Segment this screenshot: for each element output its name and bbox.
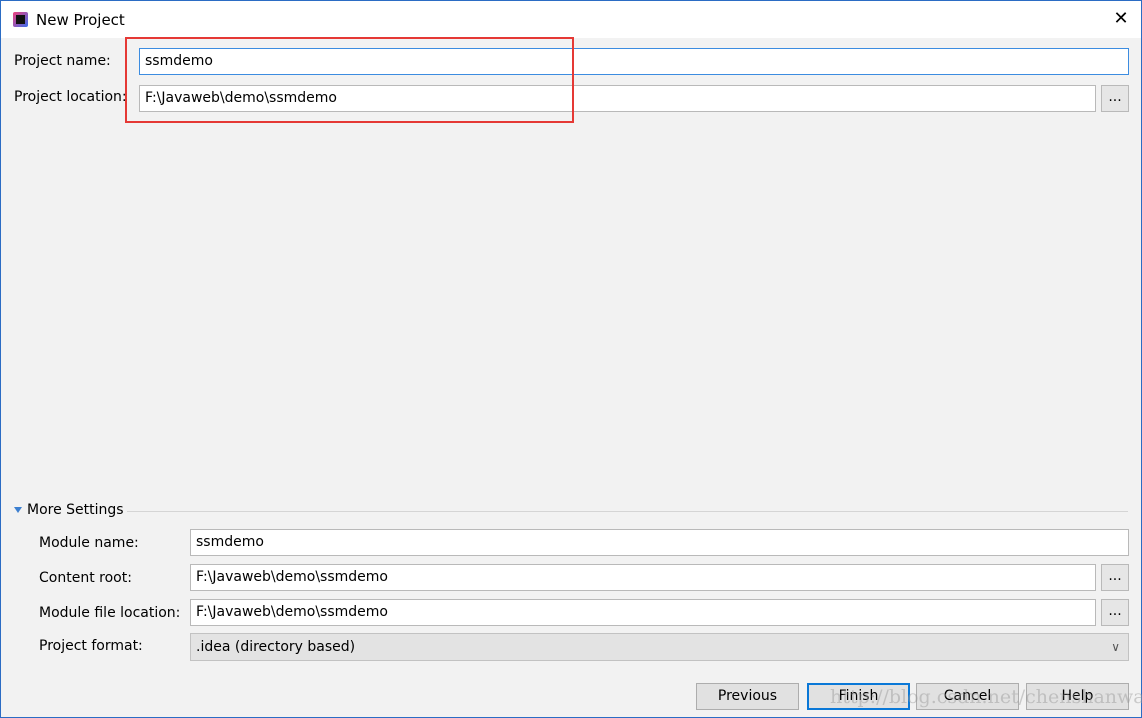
new-project-dialog: New Project ✕ Project name: ssmdemo Proj…: [0, 0, 1142, 718]
module-file-location-input[interactable]: F:\Javaweb\demo\ssmdemo: [190, 599, 1096, 626]
content-root-browse-button[interactable]: ...: [1101, 564, 1129, 591]
project-format-label: Project format:: [39, 638, 143, 654]
module-name-label: Module name:: [39, 535, 139, 551]
module-file-location-label: Module file location:: [39, 605, 181, 621]
module-name-input[interactable]: ssmdemo: [190, 529, 1129, 556]
project-location-label: Project location:: [14, 89, 127, 105]
module-file-browse-button[interactable]: ...: [1101, 599, 1129, 626]
chevron-down-icon: ∨: [1111, 640, 1120, 654]
project-location-browse-button[interactable]: ...: [1101, 85, 1129, 112]
project-format-value: .idea (directory based): [196, 639, 356, 655]
intellij-app-icon: [13, 12, 28, 27]
title-bar: New Project ✕: [1, 1, 1141, 38]
project-format-select[interactable]: .idea (directory based) ∨: [190, 633, 1129, 661]
highlight-annotation-box: [125, 37, 574, 123]
section-divider: [127, 511, 1128, 512]
previous-button[interactable]: Previous: [696, 683, 799, 710]
content-root-label: Content root:: [39, 570, 132, 586]
expand-triangle-icon[interactable]: [14, 507, 22, 513]
help-button[interactable]: Help: [1026, 683, 1129, 710]
project-name-label: Project name:: [14, 53, 111, 69]
more-settings-toggle[interactable]: More Settings: [27, 502, 124, 518]
close-icon[interactable]: ✕: [1109, 7, 1133, 31]
dialog-title: New Project: [36, 11, 125, 29]
finish-button[interactable]: Finish: [807, 683, 910, 710]
cancel-button[interactable]: Cancel: [916, 683, 1019, 710]
content-root-input[interactable]: F:\Javaweb\demo\ssmdemo: [190, 564, 1096, 591]
